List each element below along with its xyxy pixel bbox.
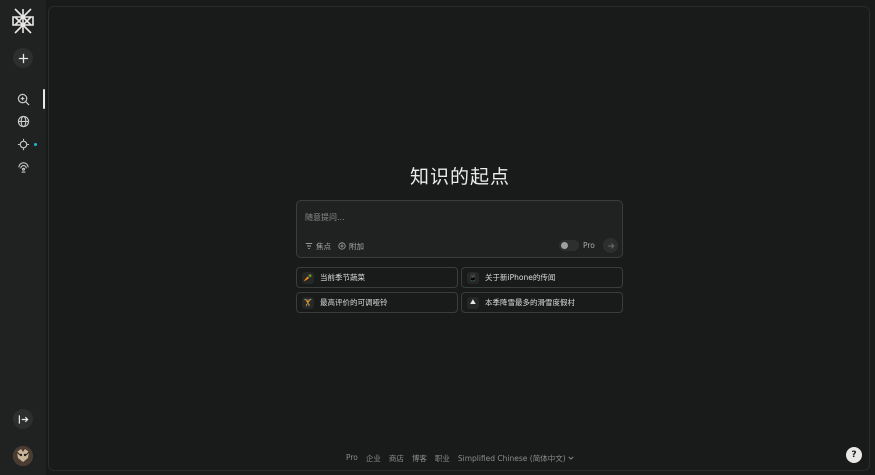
app-window: 知识的起点 焦点 附加 Pro bbox=[0, 0, 875, 475]
globe-icon bbox=[17, 115, 29, 127]
footer-link-store[interactable]: 商店 bbox=[389, 453, 404, 464]
search-icon bbox=[17, 93, 29, 105]
submit-button[interactable] bbox=[603, 238, 618, 253]
suggestion-label: 最高评价的可调哑铃 bbox=[320, 298, 388, 307]
language-selector[interactable]: Simplified Chinese (简体中文) bbox=[458, 453, 574, 464]
search-input[interactable] bbox=[305, 209, 605, 225]
language-label: Simplified Chinese (简体中文) bbox=[457, 454, 566, 463]
new-thread-button[interactable] bbox=[13, 48, 33, 68]
user-avatar[interactable] bbox=[13, 446, 33, 466]
suggestion-label: 本季降雪最多的滑雪度假村 bbox=[485, 298, 575, 307]
page-title: 知识的起点 bbox=[409, 166, 510, 188]
arrow-right-icon bbox=[607, 242, 614, 249]
expand-sidebar-button[interactable] bbox=[13, 409, 33, 429]
attach-label: 附加 bbox=[349, 241, 364, 251]
dumbbell-icon: 🏋 bbox=[302, 296, 314, 309]
suggestion-label: 关于新iPhone的传闻 bbox=[485, 273, 556, 282]
suggestion-label: 当前季节蔬菜 bbox=[320, 273, 365, 282]
sidebar-item-home[interactable] bbox=[13, 89, 33, 109]
sidebar-item-discover[interactable] bbox=[13, 111, 33, 131]
phone-icon: 📱 bbox=[467, 271, 479, 284]
pro-toggle[interactable] bbox=[559, 240, 579, 251]
footer-link-blog[interactable]: 博客 bbox=[412, 453, 427, 464]
search-box: 焦点 附加 Pro bbox=[296, 200, 623, 258]
plus-circle-icon bbox=[338, 242, 346, 250]
mountain-icon: ⛰ bbox=[467, 296, 479, 309]
footer-link-careers[interactable]: 职业 bbox=[435, 453, 450, 464]
footer-link-pro[interactable]: Pro bbox=[346, 453, 358, 464]
suggestion-card[interactable]: 🏋 最高评价的可调哑铃 bbox=[296, 292, 458, 313]
attach-button[interactable]: 附加 bbox=[338, 240, 364, 252]
arrow-right-bar-icon bbox=[18, 414, 28, 424]
sidebar-item-spaces[interactable] bbox=[13, 134, 33, 154]
pro-label: Pro bbox=[583, 241, 595, 250]
main-panel: 知识的起点 焦点 附加 Pro bbox=[48, 6, 870, 471]
sidebar-item-library[interactable] bbox=[13, 156, 33, 176]
focus-button[interactable]: 焦点 bbox=[305, 240, 331, 252]
suggestion-card[interactable]: 🥕 当前季节蔬菜 bbox=[296, 267, 458, 288]
sidebar bbox=[0, 0, 46, 475]
active-indicator bbox=[43, 89, 45, 109]
notification-dot bbox=[34, 143, 37, 146]
toggle-knob bbox=[561, 242, 568, 249]
sparkle-icon bbox=[17, 138, 29, 150]
footer-link-enterprise[interactable]: 企业 bbox=[366, 453, 381, 464]
focus-label: 焦点 bbox=[316, 241, 331, 251]
footer-links: Pro 企业 商店 博客 职业 Simplified Chinese (简体中文… bbox=[49, 453, 871, 464]
help-button[interactable]: ? bbox=[846, 447, 862, 463]
suggestion-card[interactable]: ⛰ 本季降雪最多的滑雪度假村 bbox=[461, 292, 623, 313]
filter-icon bbox=[305, 243, 313, 249]
perplexity-logo-icon[interactable] bbox=[11, 8, 35, 34]
chevron-down-icon bbox=[568, 456, 574, 460]
broadcast-icon bbox=[17, 161, 29, 173]
suggestion-card[interactable]: 📱 关于新iPhone的传闻 bbox=[461, 267, 623, 288]
carrot-icon: 🥕 bbox=[302, 271, 314, 284]
